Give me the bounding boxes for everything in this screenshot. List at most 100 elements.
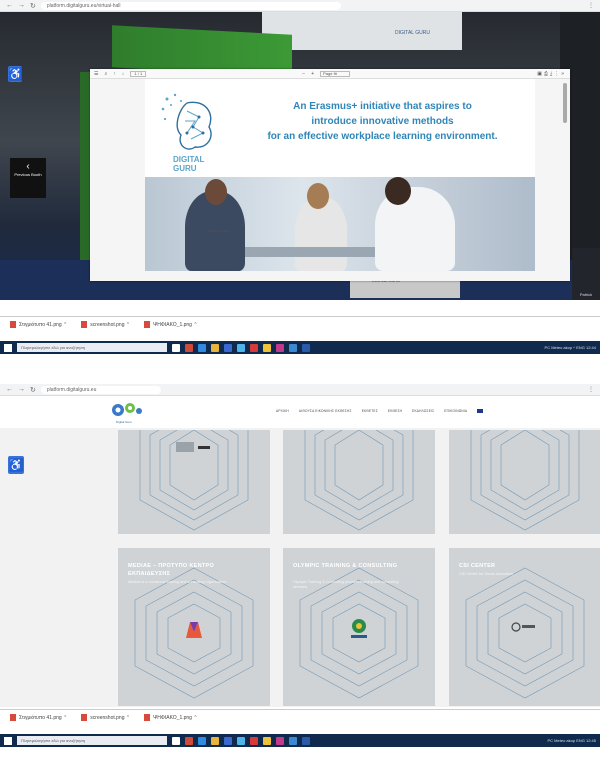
page-down-icon[interactable]: ↓ <box>122 71 125 77</box>
app-icon[interactable] <box>237 736 245 745</box>
nav-item-home[interactable]: ΑΡΧΙΚΗ <box>276 409 289 413</box>
download-item[interactable]: Στιγμιότυπο 41.png ⌃ <box>10 714 67 721</box>
app-icon[interactable] <box>276 736 284 745</box>
headline-line1: An Erasmus+ initiative that aspires to <box>293 101 472 112</box>
task-view-icon[interactable] <box>172 736 180 745</box>
hexagon-pattern <box>470 430 580 531</box>
system-tray[interactable]: PC Meteo akop ^ ENG 12:44 <box>545 345 596 350</box>
page-number-field[interactable]: 1 / 1 <box>130 70 147 77</box>
avatar[interactable]: Patrick <box>572 248 600 300</box>
card-title: OLYMPIC TRAINING & CONSULTING <box>293 563 398 569</box>
reload-icon[interactable]: ↻ <box>30 386 36 394</box>
exhibitor-card[interactable] <box>118 430 270 534</box>
word-icon[interactable] <box>302 343 310 352</box>
accessibility-icon[interactable]: ♿ <box>8 66 23 82</box>
logo-wordmark: DIGITAL GURU <box>173 155 204 173</box>
nav-item-virtual-hall[interactable]: ΑΙΘΟΥΣΑ ΕΙΚΟΝΙΚΗΣ ΕΚΘΕΣΗΣ <box>299 409 352 413</box>
chrome-icon[interactable] <box>263 343 271 352</box>
app-icon[interactable] <box>289 343 297 352</box>
top-screenshot: ← → ↻ platform.digitalguru.eu/virtual-ha… <box>0 0 600 365</box>
app-icon[interactable] <box>250 736 258 745</box>
nav-item-events[interactable]: ΕΚΔΗΛΩΣΕΙΣ <box>412 409 434 413</box>
headline-line2: introduce innovative methods <box>311 116 454 127</box>
windows-logo-icon[interactable] <box>4 736 12 745</box>
search-icon[interactable]: ⌕ <box>104 71 107 77</box>
download-item[interactable]: screenshot.png ⌃ <box>81 714 130 721</box>
sidebar-toggle-icon[interactable]: ☰ <box>94 71 98 77</box>
edge-icon[interactable] <box>198 343 206 352</box>
card-description: CSI Center for Social Innovation <box>459 572 514 576</box>
file-icon <box>81 714 88 721</box>
card-description: Mediae is a vocational training and cons… <box>128 580 228 584</box>
taskbar-apps <box>172 343 310 352</box>
download-item[interactable]: Στιγμιότυπο 41.png ⌃ <box>10 321 67 328</box>
chrome-icon[interactable] <box>263 736 271 745</box>
word-icon[interactable] <box>302 736 310 745</box>
file-icon <box>144 714 151 721</box>
taskbar-search-input[interactable]: Πληκτρολογήστε εδώ για αναζήτηση <box>17 736 167 745</box>
download-name: screenshot.png <box>90 321 125 328</box>
back-arrow-icon[interactable]: ← <box>6 2 13 9</box>
exhibitor-card[interactable]: MEDIAE – ΠΡΟΤΥΠΟ ΚΕΝΤΡΟ ΕΚΠΑΙΔΕΥΣΗΣ Medi… <box>118 548 270 706</box>
page-up-icon[interactable]: ↑ <box>113 71 116 77</box>
folder-icon[interactable] <box>211 343 219 352</box>
forward-arrow-icon[interactable]: → <box>18 386 25 393</box>
app-icon[interactable] <box>224 343 232 352</box>
zoom-out-icon[interactable]: − <box>302 71 305 77</box>
bottom-screenshot: ← → ↻ platform.digitalguru.eu ⋮ Digital … <box>0 384 600 763</box>
previous-booth-button[interactable]: ‹ Previous Booth <box>10 158 46 198</box>
site-nav: ΑΡΧΙΚΗ ΑΙΘΟΥΣΑ ΕΙΚΟΝΙΚΗΣ ΕΚΘΕΣΗΣ ΕΚΘΕΤΕΣ… <box>276 409 484 413</box>
file-icon <box>144 321 151 328</box>
nav-item-exhibitors[interactable]: ΕΚΘΕΤΕΣ <box>362 409 378 413</box>
previous-booth-label: Previous Booth <box>14 172 42 177</box>
download-item[interactable]: ΨΗΦΙΑΚΟ_1.png ⌃ <box>144 714 198 721</box>
logo-line2: GURU <box>173 164 197 173</box>
app-icon[interactable] <box>237 343 245 352</box>
forward-arrow-icon[interactable]: → <box>18 2 25 9</box>
nav-item-contact[interactable]: ΕΠΙΚΟΙΝΩΝΙΑ <box>444 409 467 413</box>
more-icon[interactable]: ⋮ <box>588 386 594 393</box>
taskbar-search-input[interactable]: Πληκτρολογήστε εδώ για αναζήτηση <box>17 343 167 352</box>
accessibility-icon[interactable]: ♿ <box>8 456 24 474</box>
edge-icon[interactable] <box>198 736 206 745</box>
card-title: CSI CENTER <box>459 563 496 569</box>
app-icon[interactable] <box>185 343 193 352</box>
address-bar[interactable]: platform.digitalguru.eu/virtual-hall <box>40 1 341 10</box>
app-icon[interactable] <box>276 343 284 352</box>
exhibitor-card[interactable]: CSI CENTER CSI Center for Social Innovat… <box>449 548 600 706</box>
address-bar[interactable]: platform.digitalguru.eu <box>40 385 161 394</box>
nav-item-exhibition[interactable]: ΕΚΘΕΣΗ <box>388 409 402 413</box>
website: Digital Guru ΑΡΧΙΚΗ ΑΙΘΟΥΣΑ ΕΙΚΟΝΙΚΗΣ ΕΚ… <box>0 396 600 707</box>
hexagon-pattern <box>139 430 249 531</box>
language-flag-icon[interactable] <box>477 409 484 413</box>
olympic-logo-icon <box>351 619 367 638</box>
reload-icon[interactable]: ↻ <box>30 2 36 10</box>
back-arrow-icon[interactable]: ← <box>6 386 13 393</box>
more-icon[interactable]: ⋮ <box>588 2 594 9</box>
digital-guru-logo <box>161 93 212 150</box>
exhibitor-logo <box>176 442 194 452</box>
team-photo <box>145 177 535 271</box>
app-icon[interactable] <box>185 736 193 745</box>
zoom-in-icon[interactable]: + <box>311 71 314 77</box>
folder-icon[interactable] <box>211 736 219 745</box>
exhibitor-card[interactable] <box>283 430 435 534</box>
windows-taskbar: Πληκτρολογήστε εδώ για αναζήτηση PC Mete… <box>0 341 600 354</box>
app-icon[interactable] <box>250 343 258 352</box>
pdf-tools-icons[interactable]: ▣⎙⤓⋮» <box>537 71 566 77</box>
app-icon[interactable] <box>224 736 232 745</box>
windows-logo-icon[interactable] <box>4 343 12 352</box>
exhibitor-card[interactable] <box>449 430 600 534</box>
app-icon[interactable] <box>289 736 297 745</box>
system-tray[interactable]: PC Meteo akop ENG 12:45 <box>548 738 596 743</box>
exhibitor-logo-text <box>198 446 210 449</box>
download-item[interactable]: ΨΗΦΙΑΚΟ_1.png ⌃ <box>144 321 198 328</box>
task-view-icon[interactable] <box>172 343 180 352</box>
hexagon-pattern <box>304 430 414 531</box>
file-icon <box>10 714 16 721</box>
download-item[interactable]: screenshot.png ⌃ <box>81 321 130 328</box>
site-logo-icon[interactable] <box>110 400 144 420</box>
exhibitor-card[interactable]: OLYMPIC TRAINING & CONSULTING Olympic Tr… <box>283 548 435 706</box>
zoom-select[interactable]: Page fit <box>320 70 351 77</box>
pdf-scrollbar[interactable] <box>563 83 567 123</box>
